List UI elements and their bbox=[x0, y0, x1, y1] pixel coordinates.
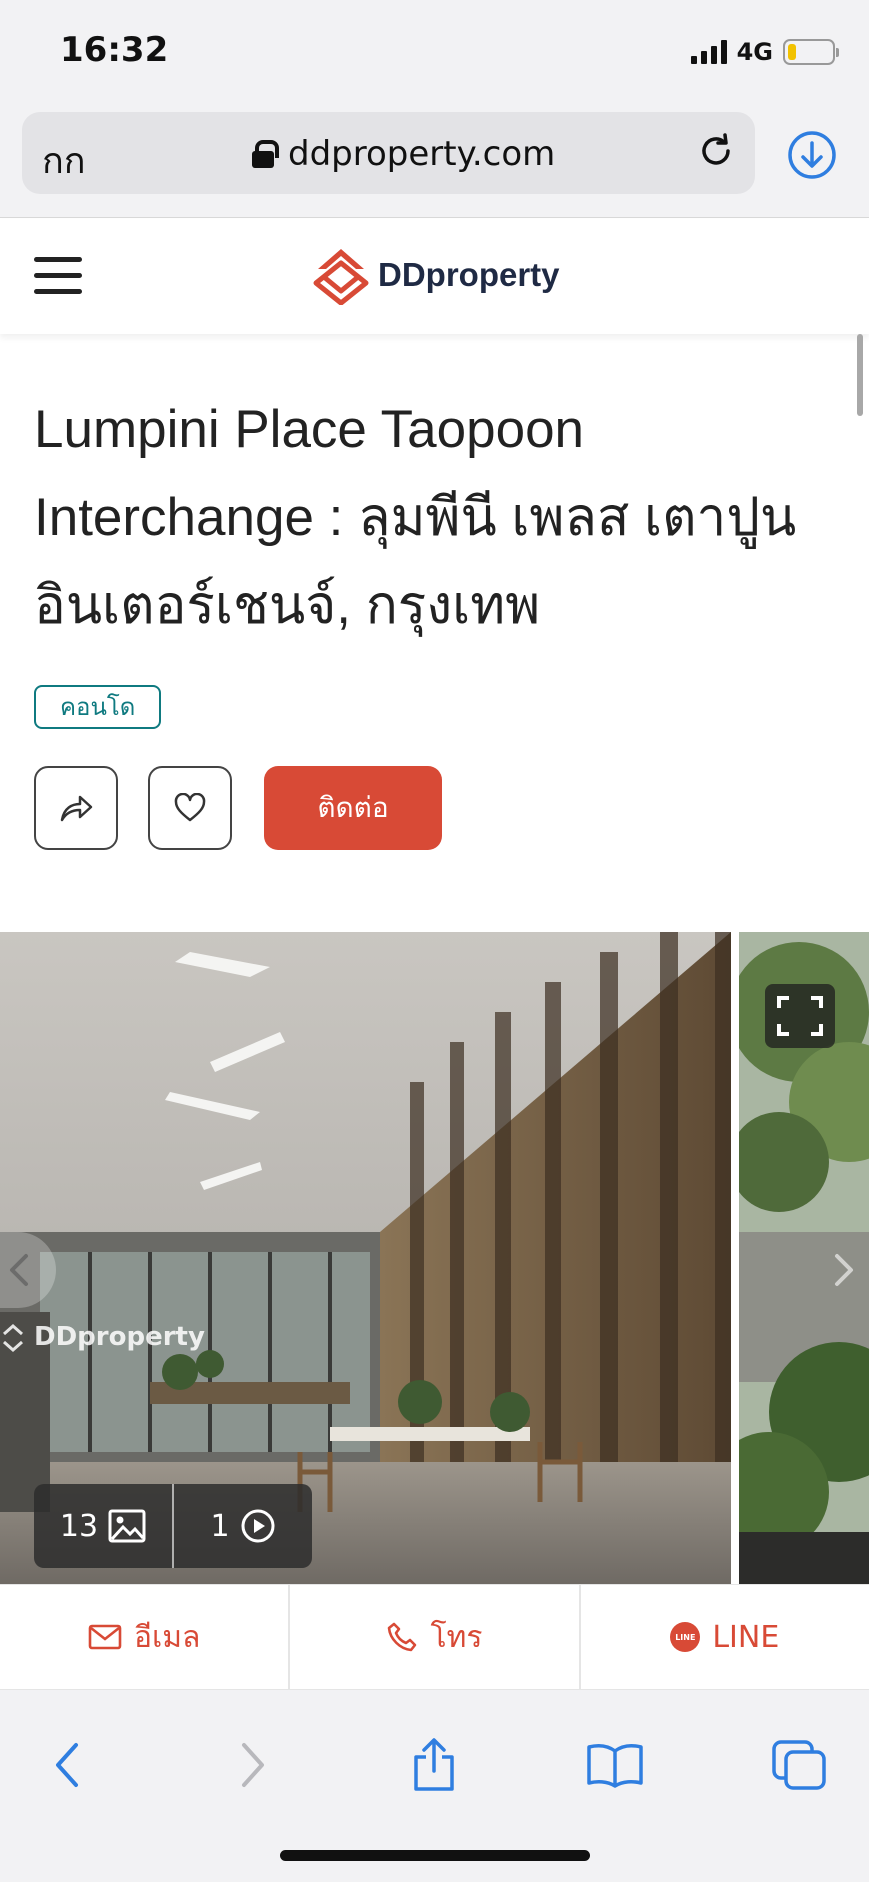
property-type-tag: คอนโด bbox=[34, 685, 162, 729]
line-icon: LINE bbox=[670, 1622, 701, 1652]
chevron-left-icon bbox=[10, 1254, 28, 1286]
tabs-button[interactable] bbox=[764, 1730, 834, 1800]
network-type: 4G bbox=[736, 38, 773, 66]
photo-gallery[interactable]: DDproperty 13 1 bbox=[0, 932, 869, 1584]
share-button[interactable] bbox=[34, 766, 118, 850]
address-bar[interactable]: กก ddproperty.com bbox=[22, 112, 755, 194]
status-indicators: 4G bbox=[690, 38, 839, 66]
heart-icon bbox=[174, 793, 206, 822]
favorite-button[interactable] bbox=[148, 766, 232, 850]
text-size-button[interactable]: กก bbox=[42, 132, 86, 189]
video-count: 1 bbox=[210, 1508, 230, 1544]
line-button[interactable]: LINE LINE bbox=[581, 1585, 869, 1689]
photo-watermark: DDproperty bbox=[0, 1320, 205, 1354]
video-count-button[interactable]: 1 bbox=[174, 1484, 312, 1568]
fullscreen-button[interactable] bbox=[765, 984, 835, 1048]
image-icon bbox=[108, 1509, 146, 1543]
reload-icon[interactable] bbox=[695, 130, 737, 172]
call-button[interactable]: โทร bbox=[290, 1585, 581, 1689]
url-text: ddproperty.com bbox=[288, 134, 556, 174]
envelope-icon bbox=[88, 1624, 122, 1650]
line-label: LINE bbox=[712, 1619, 780, 1655]
url-display[interactable]: ddproperty.com bbox=[252, 134, 555, 174]
email-label: อีเมล bbox=[133, 1619, 201, 1655]
expand-icon bbox=[777, 996, 823, 1036]
home-indicator[interactable] bbox=[280, 1850, 590, 1861]
download-icon[interactable] bbox=[787, 130, 837, 180]
watermark-logo-icon bbox=[3, 1323, 23, 1353]
status-bar: 16:32 4G bbox=[0, 0, 869, 108]
menu-icon[interactable] bbox=[34, 257, 82, 297]
chevron-right-icon bbox=[835, 1254, 853, 1286]
media-counter: 13 1 bbox=[34, 1484, 312, 1568]
share-page-button[interactable] bbox=[399, 1730, 469, 1800]
contact-action-bar: อีเมล โทร LINE LINE bbox=[0, 1584, 869, 1690]
previous-photo-button[interactable] bbox=[0, 1232, 56, 1308]
email-button[interactable]: อีเมล bbox=[0, 1585, 291, 1689]
contact-button[interactable]: ติดต่อ bbox=[264, 766, 442, 850]
share-icon bbox=[414, 1738, 454, 1791]
next-photo-button[interactable] bbox=[825, 1232, 865, 1308]
play-icon bbox=[241, 1509, 275, 1543]
watermark-text: DDproperty bbox=[34, 1322, 205, 1352]
call-label: โทร bbox=[430, 1619, 483, 1655]
logo-mark-icon bbox=[313, 249, 369, 305]
photo-count-button[interactable]: 13 bbox=[34, 1484, 172, 1568]
forward-button[interactable] bbox=[218, 1730, 288, 1800]
share-arrow-icon bbox=[60, 795, 93, 822]
photo-count: 13 bbox=[59, 1508, 99, 1544]
back-button[interactable] bbox=[32, 1730, 102, 1800]
browser-toolbar bbox=[0, 1690, 869, 1882]
signal-icon bbox=[690, 40, 727, 64]
brand-name: DDproperty bbox=[378, 256, 560, 293]
site-header: DDproperty bbox=[0, 219, 869, 334]
bookmarks-button[interactable] bbox=[580, 1730, 650, 1800]
scroll-indicator[interactable] bbox=[857, 334, 863, 416]
lock-icon bbox=[252, 140, 279, 168]
chevron-right-icon bbox=[242, 1743, 264, 1787]
listing-title: Lumpini Place Taopoon Interchange : ลุมพ… bbox=[34, 400, 797, 635]
ddproperty-logo[interactable]: DDproperty bbox=[310, 245, 560, 305]
status-time: 16:32 bbox=[60, 30, 169, 70]
battery-icon bbox=[783, 39, 839, 65]
chevron-left-icon bbox=[56, 1743, 78, 1787]
tabs-icon bbox=[772, 1740, 826, 1790]
book-icon bbox=[587, 1744, 643, 1788]
browser-address-area: กก ddproperty.com bbox=[0, 108, 869, 218]
phone-icon bbox=[388, 1622, 417, 1652]
